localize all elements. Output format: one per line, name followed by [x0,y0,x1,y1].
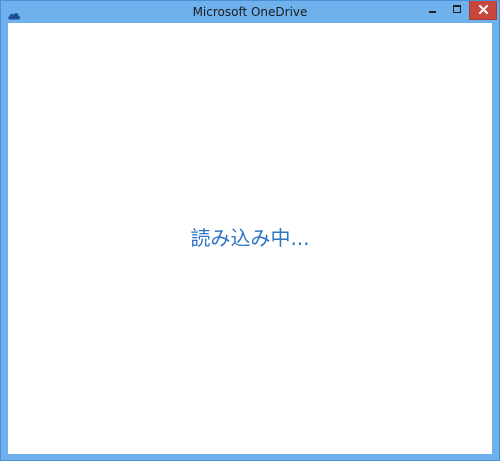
close-button[interactable] [469,1,497,20]
minimize-button[interactable] [420,1,445,20]
content-area: 読み込み中... [8,23,492,454]
maximize-icon [453,5,461,13]
minimize-icon [429,11,436,13]
onedrive-window: Microsoft OneDrive 読み込み中... [0,0,500,461]
loading-text: 読み込み中... [190,226,310,250]
close-icon [478,4,489,15]
title-bar[interactable]: Microsoft OneDrive [1,1,499,23]
maximize-button[interactable] [445,1,469,20]
